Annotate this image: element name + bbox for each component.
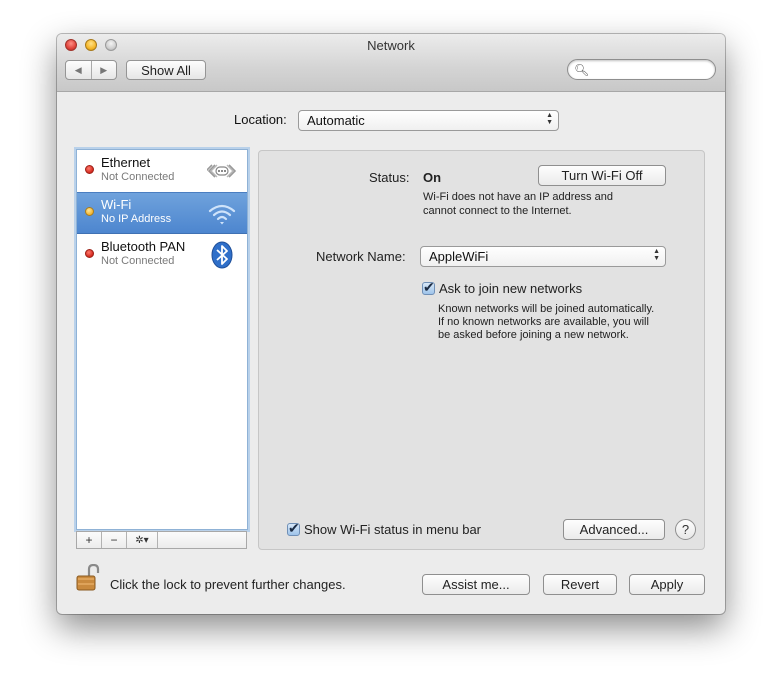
status-description-line1: Wi-Fi does not have an IP address and: [423, 191, 613, 203]
advanced-button[interactable]: Advanced...: [563, 519, 665, 540]
status-label: Status:: [369, 170, 410, 185]
unlocked-padlock-icon[interactable]: [76, 564, 102, 592]
updown-arrows-icon: ▲ ▼: [653, 248, 660, 262]
magnifier-icon: 🔍︎: [574, 63, 590, 77]
service-list: Ethernet Not Connected Wi-Fi No IP Addre…: [76, 149, 248, 530]
network-name-label: Network Name:: [316, 249, 406, 264]
show-wifi-status-label[interactable]: Show Wi-Fi status in menu bar: [304, 522, 481, 537]
service-name: Wi-Fi: [101, 197, 132, 212]
ask-to-join-label[interactable]: Ask to join new networks: [439, 281, 582, 296]
service-name: Bluetooth PAN: [101, 239, 186, 254]
ethernet-icon: [207, 164, 237, 178]
updown-arrows-icon: ▲ ▼: [546, 112, 553, 126]
location-label: Location:: [234, 112, 287, 127]
ask-join-description-line3: be asked before joining a new network.: [438, 329, 629, 341]
help-button[interactable]: ?: [675, 519, 696, 540]
service-item-bluetooth-pan[interactable]: Bluetooth PAN Not Connected: [77, 234, 247, 276]
remove-service-button[interactable]: −: [102, 532, 127, 548]
revert-button[interactable]: Revert: [543, 574, 617, 595]
back-forward-control: ◀ ▶: [65, 60, 117, 80]
service-status: Not Connected: [101, 255, 175, 267]
search-field[interactable]: 🔍︎: [567, 59, 716, 80]
show-wifi-status-checkbox[interactable]: [287, 520, 300, 537]
location-popup[interactable]: Automatic ▲ ▼: [298, 110, 559, 131]
bluetooth-icon: [211, 241, 233, 269]
apply-button[interactable]: Apply: [629, 574, 705, 595]
network-preferences-window: Network ◀ ▶ Show All 🔍︎ Location: Automa…: [57, 34, 725, 614]
lock-message: Click the lock to prevent further change…: [110, 577, 346, 592]
wifi-detail-panel: Status: On Turn Wi-Fi Off Wi-Fi does not…: [258, 150, 705, 550]
network-name-popup[interactable]: AppleWiFi ▲ ▼: [420, 246, 666, 267]
forward-icon[interactable]: ▶: [92, 61, 117, 79]
status-indicator-red: [85, 165, 94, 174]
action-menu-button[interactable]: ✲▾: [127, 532, 158, 548]
service-name: Ethernet: [101, 155, 151, 170]
add-service-button[interactable]: +: [77, 532, 102, 548]
window-title: Network: [367, 38, 415, 53]
service-status: No IP Address: [101, 213, 172, 225]
search-input[interactable]: [588, 62, 712, 78]
service-item-ethernet[interactable]: Ethernet Not Connected: [77, 150, 247, 192]
status-description-line2: cannot connect to the Internet.: [423, 205, 572, 217]
ask-join-description-line1: Known networks will be joined automatica…: [438, 303, 655, 315]
show-all-button[interactable]: Show All: [126, 60, 206, 80]
status-indicator-yellow: [85, 207, 94, 216]
service-list-toolbar: + − ✲▾: [76, 531, 247, 549]
wifi-icon: [208, 204, 236, 225]
ask-join-description-line2: If no known networks are available, you …: [438, 316, 649, 328]
turn-wifi-off-button[interactable]: Turn Wi-Fi Off: [538, 165, 666, 186]
location-value: Automatic: [307, 113, 365, 128]
service-status: Not Connected: [101, 171, 175, 183]
network-name-value: AppleWiFi: [429, 249, 489, 264]
ask-to-join-checkbox[interactable]: [422, 279, 435, 296]
status-value: On: [423, 170, 442, 185]
status-indicator-red: [85, 249, 94, 258]
back-icon[interactable]: ◀: [66, 61, 92, 79]
titlebar: Network ◀ ▶ Show All 🔍︎: [57, 34, 725, 92]
service-item-wifi[interactable]: Wi-Fi No IP Address: [77, 192, 247, 234]
assist-me-button[interactable]: Assist me...: [422, 574, 530, 595]
